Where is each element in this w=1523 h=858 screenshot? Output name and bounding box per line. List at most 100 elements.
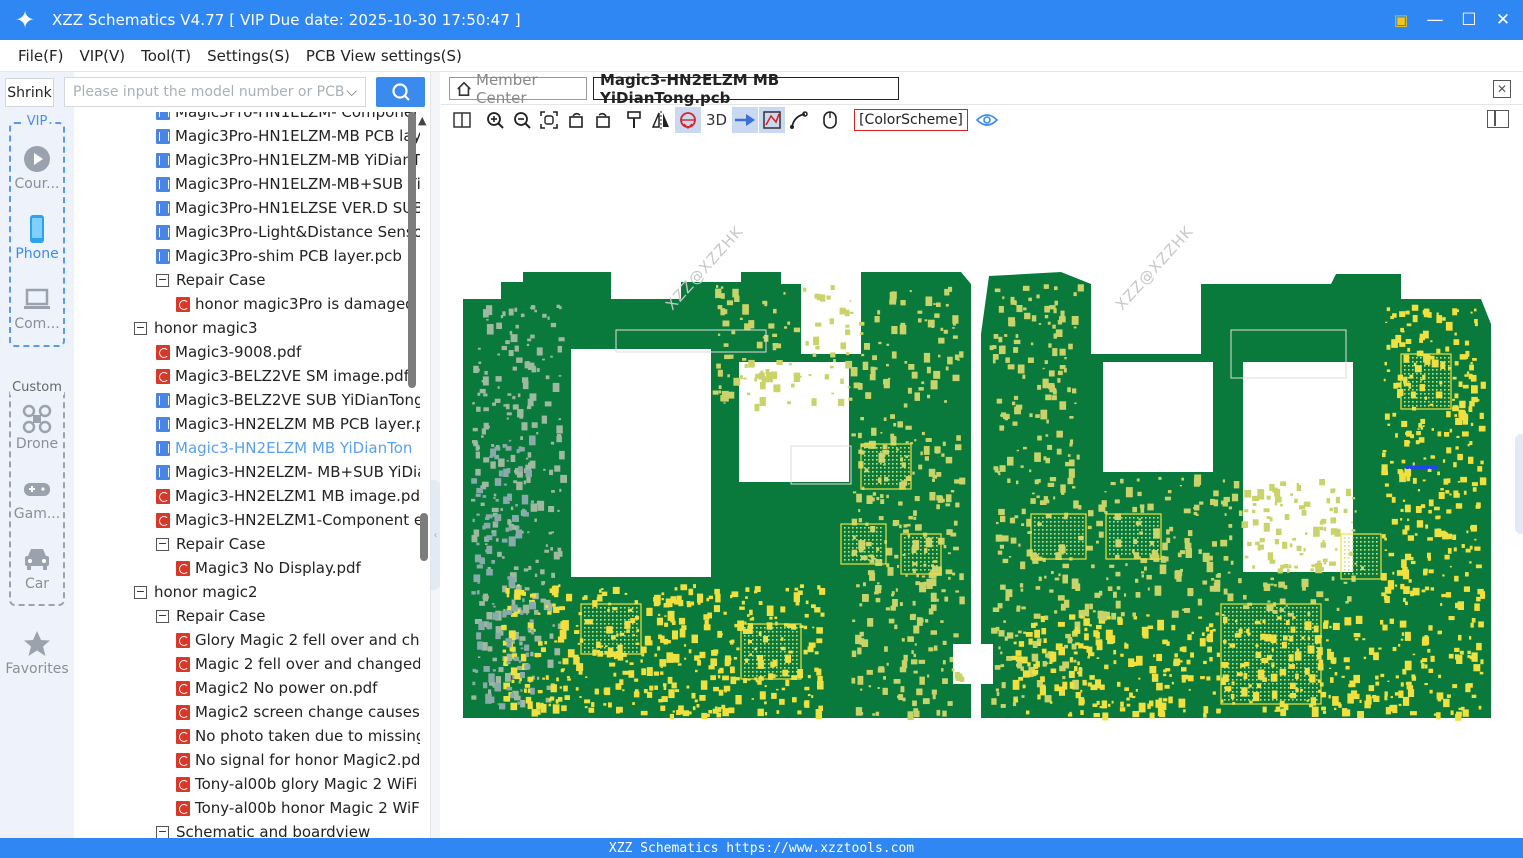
tree-file[interactable]: No signal for honor Magic2.pdf	[176, 748, 420, 772]
menu-vip[interactable]: VIP(V)	[71, 47, 133, 65]
collapse-right-icon[interactable]	[1515, 434, 1523, 534]
maximize-button[interactable]: ☐	[1459, 10, 1479, 30]
tree-file[interactable]: Magic3Pro-HN1ELZSE VER.D SUB I	[156, 196, 420, 220]
tree-scrollbar[interactable]	[408, 112, 416, 388]
tree-file[interactable]: Magic3 No Display.pdf	[176, 556, 361, 580]
panel-splitter[interactable]: ‹	[430, 72, 440, 838]
split-view-icon[interactable]	[449, 107, 475, 133]
trace-tool-icon[interactable]	[786, 107, 812, 133]
rail-item-courses[interactable]: Cour...	[0, 144, 74, 192]
chevron-down-icon[interactable]: ⌵	[346, 84, 357, 100]
shrink-button[interactable]: Shrink	[5, 78, 54, 107]
tree-file[interactable]: Magic3-BELZ2VE SUB YiDianTong.	[156, 388, 420, 412]
tree-folder[interactable]: − Repair Case	[156, 532, 266, 556]
pcb-component	[1069, 681, 1075, 689]
net-highlight-icon[interactable]	[759, 107, 786, 133]
mirror-icon[interactable]	[648, 107, 674, 133]
tab-bar: Member Center Magic3-HN2ELZM MB YiDianTo…	[441, 71, 1523, 107]
rotate-left-icon[interactable]	[563, 107, 589, 133]
tree-file[interactable]: Magic3Pro-HN1ELZM- Component	[156, 112, 420, 124]
collapse-minus-icon[interactable]: −	[134, 321, 147, 335]
mouse-mode-icon[interactable]	[817, 107, 843, 133]
tree-file[interactable]: Magic3-HN2ELZM MB YiDianTon	[156, 436, 412, 460]
pcb-component	[594, 688, 599, 695]
rail-item-game[interactable]: Gam...	[0, 474, 74, 522]
tree-file[interactable]: Magic3Pro-shim PCB layer.pcb	[156, 244, 402, 268]
pcb-ball	[1304, 683, 1306, 685]
zoom-out-icon[interactable]	[509, 107, 535, 133]
tree-file[interactable]: Magic2 screen change causes tl	[176, 700, 420, 724]
vip-bag-icon[interactable]: ▣	[1391, 10, 1411, 30]
tree-file[interactable]: Magic 2 fell over and changed t	[176, 652, 420, 676]
paint-brush-icon[interactable]	[621, 107, 647, 133]
tree-file[interactable]: No photo taken due to missing	[176, 724, 420, 748]
rotate-right-icon[interactable]	[590, 107, 616, 133]
collapse-minus-icon[interactable]: −	[156, 825, 169, 838]
tree-scrollbar-secondary[interactable]	[420, 513, 428, 561]
pcb-ball	[1256, 687, 1258, 689]
tree-file[interactable]: Magic3Pro-HN1ELZM-MB PCB lay	[156, 124, 420, 148]
collapse-minus-icon[interactable]: −	[156, 273, 169, 287]
pcb-ball	[604, 639, 606, 641]
color-scheme-button[interactable]: [ColorScheme]	[854, 109, 968, 131]
collapse-minus-icon[interactable]: −	[156, 609, 169, 623]
pcb-ball	[1276, 627, 1278, 629]
pcb-canvas[interactable]: XZZ@XZZHK XZZ@XZZHK	[441, 134, 1523, 838]
pcb-ball	[900, 479, 902, 481]
flip-board-icon[interactable]	[675, 107, 701, 133]
tab-member-center[interactable]: Member Center	[449, 71, 587, 107]
scroll-up-icon[interactable]: ▲	[418, 114, 426, 127]
tree-folder[interactable]: − Schematic and boardview	[156, 820, 370, 838]
zoom-in-icon[interactable]	[482, 107, 508, 133]
tree-file[interactable]: Magic3Pro-Light&Distance Sensor	[156, 220, 420, 244]
fit-view-icon[interactable]	[536, 107, 562, 133]
close-button[interactable]: ✕	[1493, 10, 1513, 30]
rail-item-favorites[interactable]: Favorites	[0, 629, 74, 677]
pcb-ball	[1268, 631, 1270, 633]
tree-file[interactable]: Magic3Pro-HN1ELZM-MB YiDianT	[156, 148, 420, 172]
rail-item-computer[interactable]: Com...	[0, 284, 74, 332]
tree-file[interactable]: Magic3-HN2ELZM1 MB image.pdf	[156, 484, 420, 508]
menu-tool[interactable]: Tool(T)	[133, 47, 199, 65]
tree-file[interactable]: Tony-al00b honor Magic 2 WiFi	[176, 796, 420, 820]
eye-icon[interactable]	[974, 107, 1000, 133]
tree-folder[interactable]: − Repair Case	[156, 268, 266, 292]
tree-file[interactable]: Glory Magic 2 fell over and char	[176, 628, 420, 652]
tree-file[interactable]: Magic3-9008.pdf	[156, 340, 301, 364]
pcb-component	[1104, 491, 1107, 493]
rail-item-phone[interactable]: Phone	[0, 214, 74, 262]
tree-folder[interactable]: − Repair Case	[156, 604, 266, 628]
tree-folder[interactable]: − honor magic3	[134, 316, 258, 340]
tree-file[interactable]: Magic3Pro-HN1ELZM-MB+SUB Yi	[156, 172, 420, 196]
tree-file[interactable]: honor magic3Pro is damaged a	[176, 292, 420, 316]
search-button[interactable]	[376, 77, 425, 107]
menu-file[interactable]: File(F)	[10, 47, 71, 65]
tree-file[interactable]: Magic3-HN2ELZM1-Component e	[156, 508, 420, 532]
toggle-3d-button[interactable]: 3D	[702, 107, 731, 133]
tree-file[interactable]: Magic2 No power on.pdf	[176, 676, 377, 700]
tree-file[interactable]: Magic3-BELZ2VE SM image.pdf	[156, 364, 409, 388]
collapse-minus-icon[interactable]: −	[134, 585, 147, 599]
collapse-left-icon[interactable]: ‹	[431, 480, 440, 590]
collapse-minus-icon[interactable]: −	[156, 537, 169, 551]
rail-item-drone[interactable]: Drone	[0, 404, 74, 452]
tree-folder[interactable]: − honor magic2	[134, 580, 258, 604]
model-search-input[interactable]: Please input the model number or PCB ⌵	[64, 77, 366, 107]
pcb-ball	[1260, 651, 1262, 653]
tab-active-pcb[interactable]: Magic3-HN2ELZM MB YiDianTong.pcb	[593, 71, 899, 107]
pcb-ball	[1125, 541, 1127, 543]
tree-file[interactable]: Magic3-HN2ELZM MB PCB layer.p	[156, 412, 420, 436]
tree-item-label: Magic3Pro-Light&Distance Sensor	[175, 223, 420, 241]
pcb-component	[525, 652, 529, 657]
pin-arrow-icon[interactable]	[732, 107, 759, 133]
side-panel-toggle-icon[interactable]	[1487, 110, 1509, 128]
close-tabs-icon[interactable]: ✕	[1493, 80, 1511, 98]
tree-file[interactable]: Tony-al00b glory Magic 2 WiFi (	[176, 772, 420, 796]
pcb-component	[661, 598, 664, 601]
menu-pcb-view-settings[interactable]: PCB View settings(S)	[298, 47, 470, 65]
tree-file[interactable]: Magic3-HN2ELZM- MB+SUB YiDia	[156, 460, 420, 484]
pcb-component	[1111, 612, 1117, 620]
rail-item-car[interactable]: Car	[0, 544, 74, 592]
minimize-button[interactable]: —	[1425, 10, 1445, 30]
menu-settings[interactable]: Settings(S)	[199, 47, 298, 65]
